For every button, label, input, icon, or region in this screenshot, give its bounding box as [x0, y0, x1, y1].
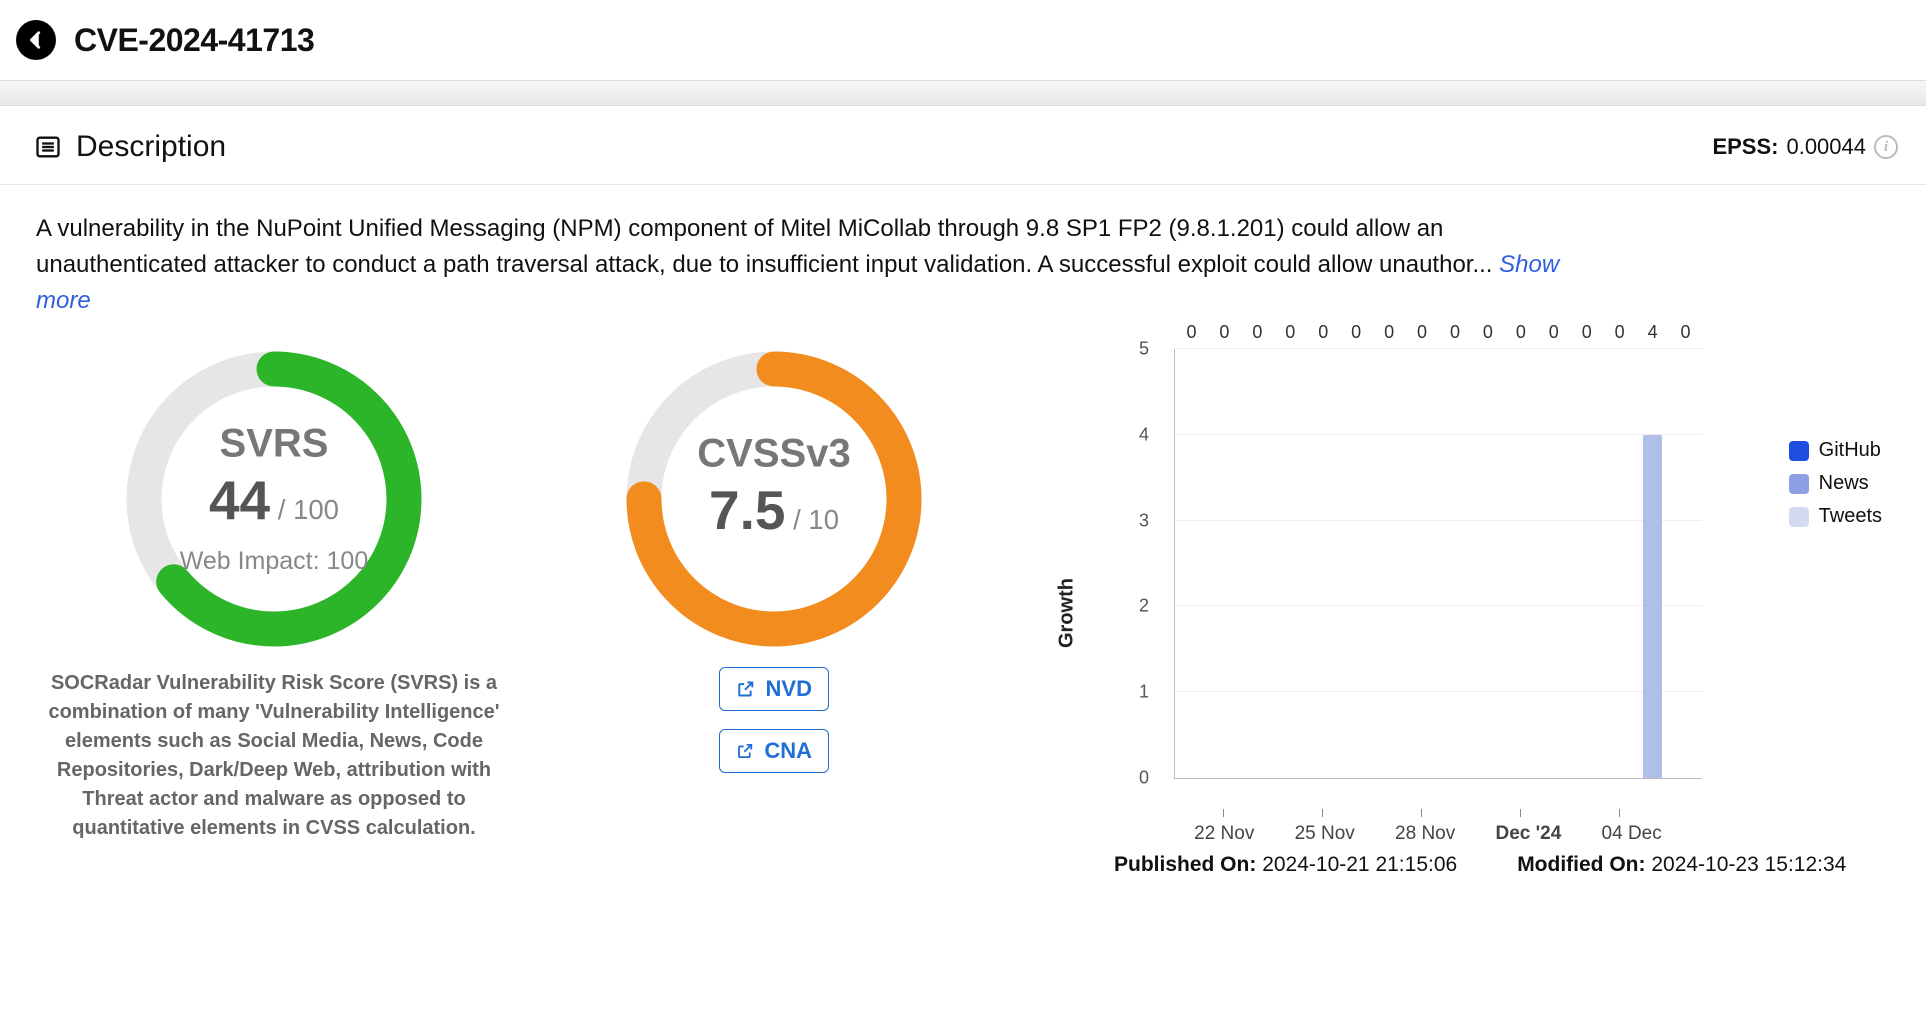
bar-slot[interactable]: 0	[1175, 349, 1208, 778]
bar-value: 0	[1186, 322, 1196, 343]
growth-chart: Growth 0123450000000000000040 22 Nov25 N…	[1024, 349, 1902, 877]
epss-score: EPSS: 0.00044 i	[1712, 134, 1898, 160]
legend-item[interactable]: News	[1789, 472, 1882, 495]
cvss-max: / 10	[785, 507, 839, 537]
legend-item[interactable]: GitHub	[1789, 439, 1882, 462]
bar-value: 0	[1582, 322, 1592, 343]
bar-value: 0	[1516, 322, 1526, 343]
legend-swatch	[1789, 474, 1809, 494]
bar-slot[interactable]: 0	[1373, 349, 1406, 778]
legend-label: News	[1819, 472, 1869, 495]
info-icon[interactable]: i	[1874, 135, 1898, 159]
bar-slot[interactable]: 4	[1636, 349, 1669, 778]
svrs-gauge: SVRS 44 / 100 Web Impact: 100 SOCRadar V…	[24, 349, 524, 843]
bar-value: 4	[1648, 322, 1658, 343]
description-block: A vulnerability in the NuPoint Unified M…	[0, 185, 1620, 329]
svrs-sub: Web Impact: 100	[149, 549, 399, 577]
published-label: Published On:	[1114, 853, 1256, 876]
bar-value: 0	[1681, 322, 1691, 343]
bar-slot[interactable]: 0	[1537, 349, 1570, 778]
cvss-label: CVSSv3	[649, 434, 899, 479]
epss-label: EPSS:	[1712, 134, 1778, 160]
legend-label: Tweets	[1819, 505, 1882, 528]
description-text: A vulnerability in the NuPoint Unified M…	[36, 215, 1499, 278]
legend-label: GitHub	[1819, 439, 1881, 462]
bar-slot[interactable]: 0	[1603, 349, 1636, 778]
bar-value: 0	[1483, 322, 1493, 343]
list-icon	[34, 133, 62, 161]
bar-value: 0	[1285, 322, 1295, 343]
bar-value: 0	[1318, 322, 1328, 343]
divider	[0, 80, 1926, 106]
bar-value: 0	[1351, 322, 1361, 343]
bar-slot[interactable]: 0	[1307, 349, 1340, 778]
svrs-score: 44	[209, 469, 270, 532]
external-link-icon	[736, 741, 754, 761]
cvss-gauge: CVSSv3 7.5 / 10 NVD CNA	[564, 349, 984, 773]
modified-label: Modified On:	[1517, 853, 1645, 876]
section-title: Description	[76, 130, 226, 164]
bar-slot[interactable]: 0	[1471, 349, 1504, 778]
legend-swatch	[1789, 507, 1809, 527]
bar-slot[interactable]: 0	[1669, 349, 1702, 778]
svrs-max: / 100	[270, 497, 339, 527]
legend-swatch	[1789, 441, 1809, 461]
section-header: Description EPSS: 0.00044 i	[0, 106, 1926, 185]
bar-value: 0	[1615, 322, 1625, 343]
cna-link[interactable]: CNA	[719, 729, 829, 773]
svrs-description: SOCRadar Vulnerability Risk Score (SVRS)…	[34, 669, 514, 843]
chart-legend: GitHub News Tweets	[1789, 439, 1882, 538]
chart-y-label: Growth	[1056, 578, 1079, 648]
back-button[interactable]	[16, 20, 56, 60]
bar-slot[interactable]: 0	[1241, 349, 1274, 778]
bar-value: 0	[1384, 322, 1394, 343]
bar-value: 0	[1549, 322, 1559, 343]
bar-slot[interactable]: 0	[1340, 349, 1373, 778]
svrs-label: SVRS	[149, 424, 399, 469]
modified-value: 2024-10-23 15:12:34	[1651, 853, 1846, 876]
metrics-row: SVRS 44 / 100 Web Impact: 100 SOCRadar V…	[0, 329, 1926, 877]
cvss-score: 7.5	[709, 479, 785, 542]
bar-slot[interactable]: 0	[1504, 349, 1537, 778]
bar	[1643, 435, 1663, 778]
bar-slot[interactable]: 0	[1570, 349, 1603, 778]
bar-value: 0	[1417, 322, 1427, 343]
page-header: CVE-2024-41713	[0, 0, 1926, 80]
bar-value: 0	[1219, 322, 1229, 343]
bar-slot[interactable]: 0	[1274, 349, 1307, 778]
bar-slot[interactable]: 0	[1439, 349, 1472, 778]
bar-slot[interactable]: 0	[1406, 349, 1439, 778]
bar-slot[interactable]: 0	[1208, 349, 1241, 778]
cve-id: CVE-2024-41713	[74, 22, 314, 59]
bar-value: 0	[1450, 322, 1460, 343]
bar-value: 0	[1252, 322, 1262, 343]
published-value: 2024-10-21 21:15:06	[1262, 853, 1457, 876]
external-link-icon	[736, 679, 756, 699]
nvd-link[interactable]: NVD	[719, 667, 829, 711]
epss-value: 0.00044	[1786, 134, 1866, 160]
arrow-left-icon	[25, 29, 47, 51]
legend-item[interactable]: Tweets	[1789, 505, 1882, 528]
